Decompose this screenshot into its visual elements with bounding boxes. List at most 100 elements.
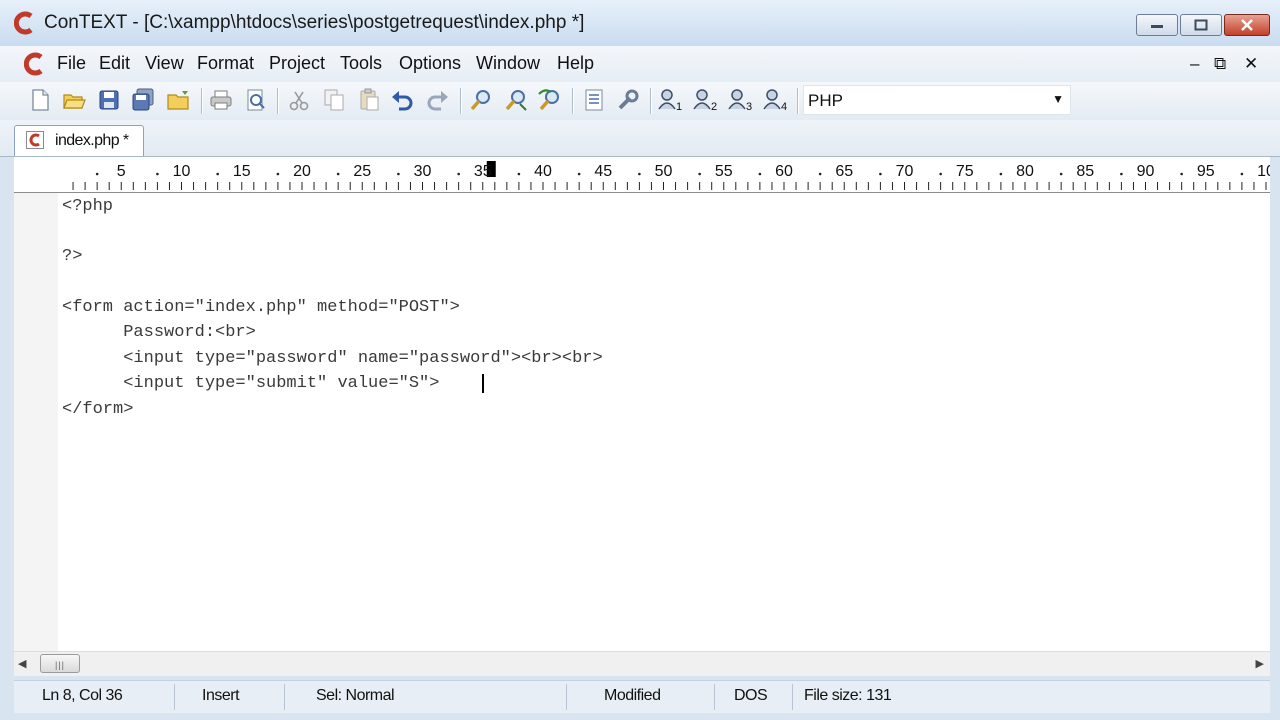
- ruler-label: 10: [173, 163, 191, 180]
- save-all-button[interactable]: [129, 86, 157, 114]
- mdi-minimize-button[interactable]: –: [1190, 54, 1199, 74]
- redo-button[interactable]: [423, 86, 451, 114]
- menu-window[interactable]: Window: [474, 53, 542, 74]
- document-list-button[interactable]: [580, 86, 608, 114]
- menu-format[interactable]: Format: [195, 53, 256, 74]
- ruler-dot: [156, 172, 159, 176]
- document-tabs: index.php *: [0, 120, 1280, 157]
- modified-indicator: Modified: [604, 687, 661, 704]
- tab-index-php[interactable]: index.php *: [14, 125, 144, 156]
- paste-button[interactable]: [355, 86, 383, 114]
- scroll-right-arrow-icon[interactable]: ▶: [1256, 657, 1264, 670]
- open-folder-icon: [167, 91, 189, 110]
- code-line-text: <input type="password" name="password"><…: [62, 349, 603, 368]
- menu-edit[interactable]: Edit: [97, 53, 132, 74]
- document-menu-icon[interactable]: [24, 52, 46, 76]
- text-cursor: [482, 374, 484, 393]
- code-area[interactable]: <?php ?> <form action="index.php" method…: [62, 193, 1262, 651]
- php-file-icon: [26, 131, 44, 149]
- menu-file[interactable]: File: [55, 53, 88, 74]
- code-line-text: <input type="submit" value="S">: [62, 374, 440, 393]
- status-divider: [284, 684, 285, 710]
- ruler-label: 75: [956, 163, 974, 180]
- status-divider: [792, 684, 793, 710]
- new-file-button[interactable]: [26, 86, 54, 114]
- toolbar: 1 2 3 4: [0, 82, 1280, 120]
- code-line-text: <form action="index.php" method="POST">: [62, 298, 460, 317]
- ruler-label: 25: [353, 163, 371, 180]
- ruler-dot: [1180, 172, 1183, 176]
- highlighter-select[interactable]: PHP ▼: [803, 85, 1071, 115]
- menu-view[interactable]: View: [143, 53, 186, 74]
- chevron-down-icon[interactable]: ▼: [1052, 92, 1064, 106]
- code-line-text: </form>: [62, 400, 134, 419]
- code-line: <input type="password" name="password"><…: [62, 346, 603, 371]
- status-divider: [174, 684, 175, 710]
- horizontal-scrollbar[interactable]: ◀ ||| ▶: [14, 651, 1270, 676]
- document-list-icon: [585, 89, 603, 111]
- selection-mode: Sel: Normal: [316, 687, 395, 704]
- context-editor-window: ConTEXT - [C:\xampp\htdocs\series\postge…: [0, 0, 1280, 720]
- save-button[interactable]: [95, 86, 123, 114]
- scroll-left-arrow-icon[interactable]: ◀: [18, 657, 26, 670]
- print-preview-button[interactable]: [242, 86, 270, 114]
- menu-options[interactable]: Options: [397, 53, 463, 74]
- grip-icon: |||: [55, 660, 66, 670]
- menu-project[interactable]: Project: [267, 53, 327, 74]
- user-tool-4-icon: 4: [763, 89, 787, 113]
- ruler-dot: [397, 172, 400, 176]
- find-next-button[interactable]: [502, 86, 530, 114]
- close-icon: [1241, 19, 1253, 31]
- code-line: </form>: [62, 397, 133, 422]
- scrollbar-thumb[interactable]: |||: [40, 654, 80, 673]
- ruler-dot: [216, 172, 219, 176]
- save-icon: [99, 90, 119, 110]
- toolbar-separator: [797, 88, 799, 114]
- ruler-label: 55: [715, 163, 733, 180]
- status-bar: Ln 8, Col 36 Insert Sel: Normal Modified…: [14, 680, 1270, 713]
- user-tool-2-icon: 2: [693, 89, 717, 113]
- copy-button[interactable]: [320, 86, 348, 114]
- code-line: Password:<br>: [62, 320, 256, 345]
- cut-button[interactable]: [285, 86, 313, 114]
- column-ruler: 5 10 15 20 25 30 35 40 45 50 55 60 65 70 75 80 85 90 95 10: [14, 157, 1270, 193]
- open-file-button[interactable]: [60, 86, 88, 114]
- ruler-label: 80: [1016, 163, 1034, 180]
- mdi-close-button[interactable]: ✕: [1244, 54, 1258, 74]
- find-icon: [470, 90, 490, 111]
- user-tool-1-icon: 1: [658, 89, 682, 113]
- code-line: <?php: [62, 194, 113, 219]
- undo-button[interactable]: [389, 86, 417, 114]
- user-tool-1-button[interactable]: 1: [657, 86, 685, 114]
- undo-icon: [392, 91, 413, 111]
- user-tool-4-button[interactable]: 4: [762, 86, 790, 114]
- find-button[interactable]: [467, 86, 495, 114]
- window-title: ConTEXT - [C:\xampp\htdocs\series\postge…: [44, 12, 585, 33]
- ruler-label: 90: [1137, 163, 1155, 180]
- replace-button[interactable]: [536, 86, 564, 114]
- print-button[interactable]: [207, 86, 235, 114]
- ruler-label: 20: [293, 163, 311, 180]
- status-divider: [566, 684, 567, 710]
- redo-icon: [427, 91, 448, 111]
- menu-tools[interactable]: Tools: [338, 53, 384, 74]
- user-tool-2-button[interactable]: 2: [692, 86, 720, 114]
- user-tool-3-button[interactable]: 3: [727, 86, 755, 114]
- mdi-restore-button[interactable]: ⧉: [1214, 54, 1226, 74]
- menu-help[interactable]: Help: [555, 53, 596, 74]
- maximize-button[interactable]: [1180, 14, 1222, 36]
- code-line: <input type="submit" value="S">: [62, 371, 439, 396]
- tools-button[interactable]: [614, 86, 642, 114]
- ruler-label: 45: [594, 163, 612, 180]
- toolbar-separator: [572, 88, 574, 114]
- open-folder-button[interactable]: [165, 86, 193, 114]
- ruler-dot: [517, 172, 521, 176]
- ruler-dot: [457, 172, 460, 176]
- ruler-dot: [577, 172, 581, 176]
- minimize-button[interactable]: [1136, 14, 1178, 36]
- ruler-label: 95: [1197, 163, 1215, 180]
- code-editor[interactable]: <?php ?> <form action="index.php" method…: [14, 193, 1270, 651]
- open-file-icon: [63, 94, 86, 109]
- code-line-text: <?php: [62, 197, 114, 216]
- close-button[interactable]: [1224, 14, 1270, 36]
